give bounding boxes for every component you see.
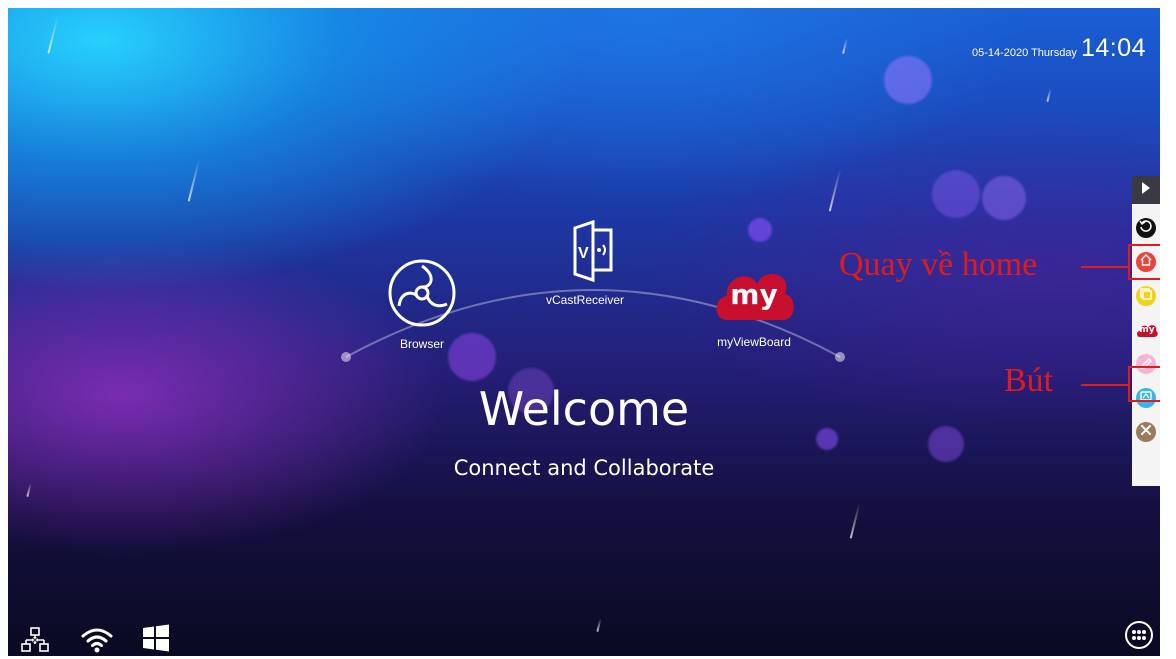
rain-streak (47, 16, 59, 54)
browser-icon (387, 259, 457, 331)
welcome-subtitle: Connect and Collaborate (453, 456, 715, 480)
rain-streak (26, 482, 32, 498)
wifi-button[interactable] (80, 626, 114, 656)
bokeh-light (884, 56, 932, 104)
bokeh-light (748, 218, 772, 242)
pen-highlight-box (1128, 366, 1160, 402)
network-icon (20, 627, 50, 656)
bokeh-light (982, 176, 1026, 220)
home-annotation-line (1081, 266, 1128, 268)
pen-annotation-label: Bút (1004, 362, 1054, 399)
notes-button[interactable] (1136, 286, 1156, 306)
myviewboard-button[interactable]: my (1136, 320, 1158, 340)
myviewboard-icon: my (711, 260, 797, 326)
app-label-browser: Browser (399, 337, 444, 351)
pen-annotation-line (1081, 384, 1128, 386)
note-icon (1139, 287, 1153, 306)
app-vcast-receiver[interactable]: V vCastReceiver (530, 218, 640, 307)
windows-button[interactable] (142, 624, 170, 656)
windows-icon (142, 624, 170, 656)
svg-text:V: V (578, 245, 589, 262)
bokeh-light (932, 170, 980, 218)
back-circle-icon (1139, 219, 1153, 238)
welcome-title: Welcome (478, 382, 690, 436)
myviewboard-small-logo-text: my (1139, 325, 1155, 335)
app-label-myviewboard: myViewBoard (717, 335, 791, 349)
myviewboard-small-icon: my (1136, 322, 1158, 338)
rain-streak (828, 168, 842, 212)
rain-streak (849, 503, 861, 539)
myviewboard-logo-text: my (730, 278, 778, 311)
rain-streak (596, 617, 602, 633)
app-drawer-button[interactable] (1124, 620, 1154, 655)
time-text: 14:04 (1080, 34, 1146, 62)
back-button[interactable] (1136, 218, 1156, 238)
home-annotation-label: Quay về home (839, 246, 1038, 283)
app-label-vcast: vCastReceiver (545, 293, 625, 307)
wifi-icon (80, 628, 114, 656)
app-drawer-icon (1124, 621, 1154, 654)
play-arrow-icon (1141, 181, 1151, 199)
vcast-receiver-icon: V (553, 219, 617, 287)
tools-button[interactable] (1136, 422, 1156, 442)
desktop-screen: 05-14-2020 Thursday 14:04 Browser V vCas… (8, 8, 1160, 656)
app-browser[interactable]: Browser (380, 258, 464, 351)
rain-streak (187, 158, 201, 202)
rain-streak (1046, 87, 1052, 103)
toolbar-toggle-button[interactable] (1132, 176, 1160, 204)
rain-streak (842, 37, 848, 55)
tools-icon (1139, 423, 1153, 442)
network-button[interactable] (20, 626, 50, 656)
date-time-display: 05-14-2020 Thursday 14:04 (972, 34, 1146, 63)
app-myviewboard[interactable]: my myViewBoard (704, 260, 804, 349)
date-text: 05-14-2020 Thursday (971, 47, 1077, 59)
home-highlight-box (1128, 244, 1160, 280)
